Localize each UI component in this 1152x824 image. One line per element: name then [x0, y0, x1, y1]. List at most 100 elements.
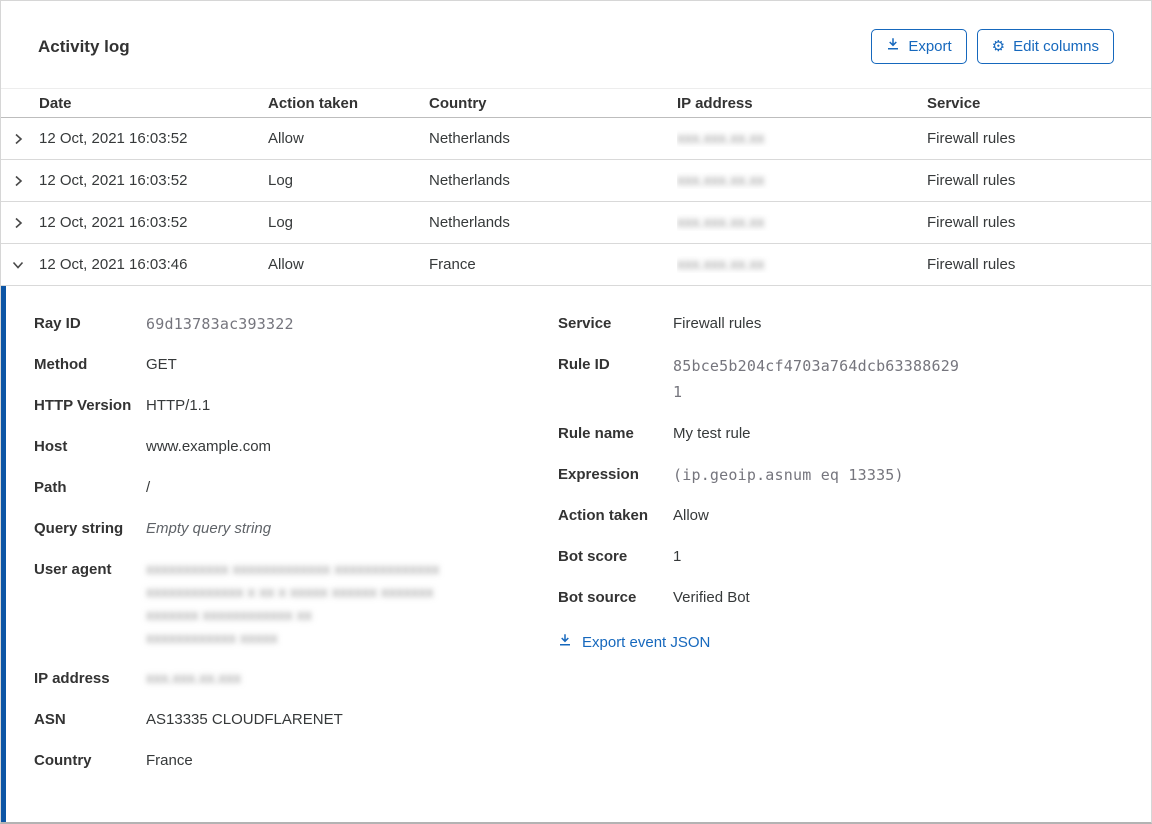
row-expand-chevron-right-icon[interactable]: [1, 216, 39, 230]
toolbar-actions: Export ⚙ Edit columns: [871, 29, 1114, 64]
field-value: Verified Bot: [673, 589, 750, 606]
edit-columns-button[interactable]: ⚙ Edit columns: [976, 29, 1114, 64]
field-label: Action taken: [558, 507, 649, 524]
field-asn: ASN AS13335 CLOUDFLARENET: [34, 708, 558, 732]
field-rule-name: Rule name My test rule: [558, 422, 1151, 446]
field-label: Bot score: [558, 548, 628, 565]
field-http-version: HTTP Version HTTP/1.1: [34, 394, 558, 418]
field-value: Allow: [673, 507, 709, 524]
field-value: Empty query string: [146, 520, 272, 537]
field-value: HTTP/1.1: [146, 397, 211, 414]
field-path: Path /: [34, 476, 558, 500]
edit-columns-button-label: Edit columns: [1013, 37, 1099, 55]
field-value: Firewall rules: [673, 315, 762, 332]
field-value-redacted: xxxxxxxxxxx xxxxxxxxxxxxx xxxxxxxxxxxxxx…: [146, 558, 439, 650]
field-bot-source: Bot source Verified Bot: [558, 586, 1151, 610]
field-user-agent: User agent xxxxxxxxxxx xxxxxxxxxxxxx xxx…: [34, 558, 558, 650]
field-ray-id: Ray ID 69d13783ac393322: [34, 312, 558, 336]
field-query-string: Query string Empty query string: [34, 517, 558, 541]
activity-log-panel: Activity log Export ⚙ Edit columns Date …: [0, 0, 1152, 824]
redacted-line: xxxxxxx xxxxxxxxxxxx xx: [146, 607, 312, 624]
cell-date: 12 Oct, 2021 16:03:46: [39, 256, 188, 273]
column-header-date: Date: [39, 94, 72, 112]
cell-action-taken: Log: [268, 214, 294, 231]
field-label: Method: [34, 356, 88, 373]
download-icon: [886, 37, 900, 56]
cell-country: Netherlands: [429, 130, 510, 147]
event-detail-right-column: Service Firewall rules Rule ID 85bce5b20…: [558, 312, 1151, 652]
field-label: Query string: [34, 520, 124, 537]
field-label: Rule name: [558, 425, 634, 442]
field-rule-id: Rule ID 85bce5b204cf4703a764dcb633886291: [558, 353, 1151, 405]
redacted-line: xxxxxxxxxxx xxxxxxxxxxxxx xxxxxxxxxxxxxx: [146, 561, 440, 578]
table-row[interactable]: 12 Oct, 2021 16:03:52 Allow Netherlands …: [1, 118, 1151, 160]
cell-service: Firewall rules: [927, 256, 1016, 273]
field-label: IP address: [34, 670, 110, 687]
field-value: 85bce5b204cf4703a764dcb633886291: [673, 357, 960, 401]
table-row[interactable]: 12 Oct, 2021 16:03:52 Log Netherlands xx…: [1, 160, 1151, 202]
field-value: 69d13783ac393322: [146, 315, 294, 333]
field-label: Bot source: [558, 589, 637, 606]
column-header-ip-address: IP address: [677, 94, 753, 112]
field-value-redacted: xxx.xxx.xx.xxx: [146, 670, 242, 687]
field-action-taken: Action taken Allow: [558, 504, 1151, 528]
cell-service: Firewall rules: [927, 130, 1016, 147]
cell-ip-address-redacted: xxx.xxx.xx.xx: [677, 172, 765, 189]
cell-ip-address-redacted: xxx.xxx.xx.xx: [677, 130, 765, 147]
cell-date: 12 Oct, 2021 16:03:52: [39, 214, 188, 231]
event-detail-left-column: Ray ID 69d13783ac393322 Method GET HTTP …: [34, 312, 558, 790]
field-value: (ip.geoip.asnum eq 13335): [673, 466, 904, 484]
cell-action-taken: Allow: [268, 256, 304, 273]
field-label: Service: [558, 315, 612, 332]
table-row-expanded[interactable]: 12 Oct, 2021 16:03:46 Allow France xxx.x…: [1, 244, 1151, 286]
field-value: 1: [673, 548, 682, 565]
field-service: Service Firewall rules: [558, 312, 1151, 336]
field-value: France: [146, 752, 193, 769]
field-value: My test rule: [673, 425, 751, 442]
activity-log-table: Date Action taken Country IP address Ser…: [1, 88, 1151, 286]
field-label: User agent: [34, 561, 112, 578]
field-label: Path: [34, 479, 67, 496]
field-expression: Expression (ip.geoip.asnum eq 13335): [558, 463, 1151, 487]
field-value: www.example.com: [146, 438, 272, 455]
cell-country: France: [429, 256, 476, 273]
table-header-row: Date Action taken Country IP address Ser…: [1, 88, 1151, 118]
row-expand-chevron-right-icon[interactable]: [1, 132, 39, 146]
field-label: Ray ID: [34, 315, 81, 332]
field-method: Method GET: [34, 353, 558, 377]
cell-service: Firewall rules: [927, 172, 1016, 189]
cell-country: Netherlands: [429, 172, 510, 189]
export-event-json-label: Export event JSON: [582, 633, 711, 651]
cell-action-taken: Allow: [268, 130, 304, 147]
topbar: Activity log Export ⚙ Edit columns: [1, 1, 1151, 64]
redacted-line: xxxxxxxxxxxx xxxxx: [146, 630, 278, 647]
export-button-label: Export: [908, 37, 952, 55]
export-button[interactable]: Export: [871, 29, 967, 64]
cell-service: Firewall rules: [927, 214, 1016, 231]
field-host: Host www.example.com: [34, 435, 558, 459]
field-country: Country France: [34, 749, 558, 773]
event-detail-panel: Ray ID 69d13783ac393322 Method GET HTTP …: [1, 286, 1151, 822]
redacted-line: xxxxxxxxxxxxx x xx x xxxxx xxxxxx xxxxxx…: [146, 584, 434, 601]
field-label: HTTP Version: [34, 397, 132, 414]
export-event-json-link[interactable]: Export event JSON: [558, 633, 710, 651]
cell-date: 12 Oct, 2021 16:03:52: [39, 172, 188, 189]
column-header-country: Country: [429, 94, 487, 112]
gear-icon: ⚙: [991, 37, 1006, 55]
table-row[interactable]: 12 Oct, 2021 16:03:52 Log Netherlands xx…: [1, 202, 1151, 244]
cell-action-taken: Log: [268, 172, 294, 189]
field-ip-address: IP address xxx.xxx.xx.xxx: [34, 667, 558, 691]
row-collapse-chevron-down-icon[interactable]: [1, 258, 39, 272]
page-title: Activity log: [38, 36, 130, 56]
cell-ip-address-redacted: xxx.xxx.xx.xx: [677, 214, 765, 231]
field-label: Rule ID: [558, 356, 610, 373]
field-value: GET: [146, 356, 177, 373]
field-bot-score: Bot score 1: [558, 545, 1151, 569]
cell-ip-address-redacted: xxx.xxx.xx.xx: [677, 256, 765, 273]
row-expand-chevron-right-icon[interactable]: [1, 174, 39, 188]
download-icon: [558, 633, 572, 651]
column-header-service: Service: [927, 94, 981, 112]
field-label: Expression: [558, 466, 639, 483]
field-label: Host: [34, 438, 68, 455]
field-label: ASN: [34, 711, 66, 728]
